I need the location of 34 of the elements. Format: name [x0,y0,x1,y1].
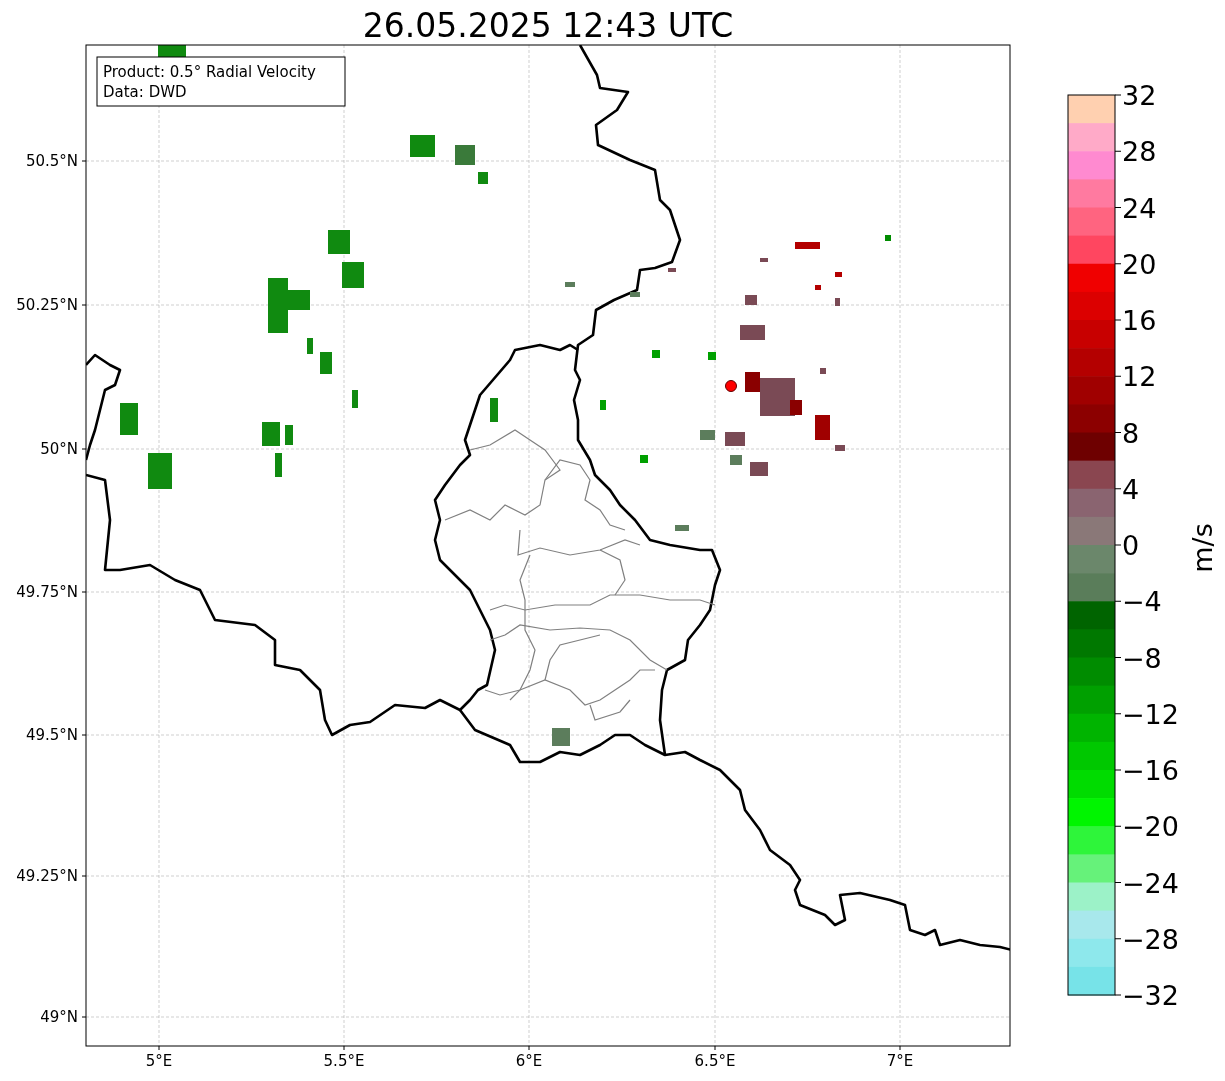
tick-label: 7°E [886,1052,914,1070]
tick-label: 5°E [145,1052,173,1070]
colorbar-label: m/s [1187,523,1218,573]
colorbar-tick-label: 20 [1122,248,1157,280]
colorbar-tick-label: 8 [1122,417,1140,449]
colorbar-tick-label: 16 [1122,305,1157,336]
tick-label: 50.25°N [16,296,78,314]
colorbar-tick-label: −4 [1122,586,1162,618]
info-text: Product: 0.5° Radial Velocity [103,63,316,81]
tick-label: 50°N [40,440,78,458]
tick-label: 6°E [515,1052,543,1070]
tick-label: 50.5°N [25,152,78,170]
tick-label: 49.5°N [25,726,78,744]
colorbar-tick-label: −28 [1122,923,1179,955]
tick-label: 49.75°N [16,583,78,601]
tick-label: 6.5°E [694,1052,736,1070]
chart-title: 26.05.2025 12:43 UTC [362,6,734,45]
colorbar-tick-label: −32 [1122,980,1179,1011]
colorbar-tick-label: 12 [1122,361,1157,393]
tick-label: 5.5°E [323,1052,365,1070]
colorbar-tick-label: −8 [1122,642,1162,674]
colorbar-tick-label: −24 [1122,867,1179,899]
tick-label: 49.25°N [16,867,78,885]
colorbar-tick-label: 24 [1122,192,1157,224]
tick-label: 49°N [40,1008,78,1026]
colorbar-tick-label: 0 [1122,530,1140,561]
colorbar-tick-label: −20 [1122,811,1179,843]
radar-site-marker [725,380,737,392]
info-text: Data: DWD [103,83,187,101]
colorbar-tick-label: 28 [1122,136,1157,168]
colorbar-tick-label: −16 [1122,755,1179,786]
colorbar-tick-label: −12 [1122,698,1179,730]
colorbar-tick-label: 4 [1122,473,1140,505]
colorbar-tick-label: 32 [1122,80,1157,111]
